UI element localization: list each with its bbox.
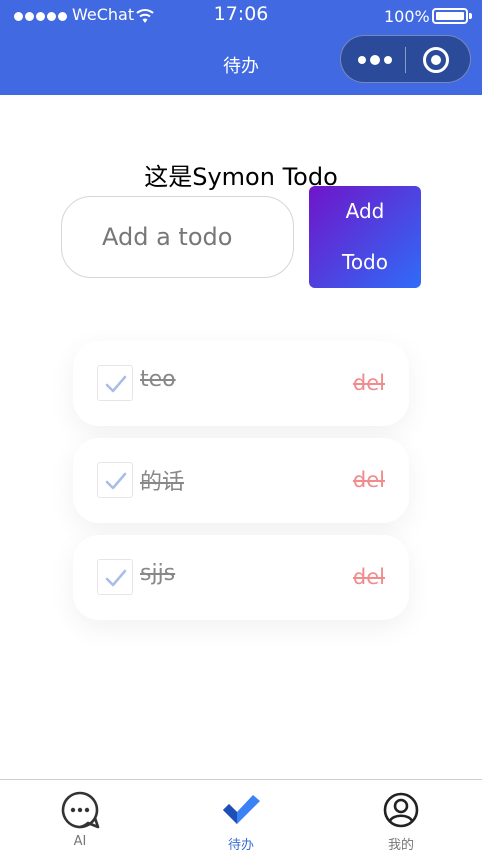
tab-todo[interactable]: 待办: [161, 780, 321, 850]
app-header: WeChat 17:06 100% 待办: [0, 0, 482, 95]
tab-ai[interactable]: AI: [0, 780, 160, 850]
battery-tip: [469, 13, 472, 19]
todo-text: teo: [140, 367, 176, 392]
user-icon: [383, 792, 419, 828]
todo-checkbox[interactable]: [97, 365, 133, 401]
todo-checkbox[interactable]: [97, 462, 133, 498]
battery-level: [436, 12, 464, 20]
delete-button[interactable]: del: [353, 468, 385, 492]
add-button-label-line1: Add: [345, 199, 385, 223]
add-todo-button[interactable]: Add Todo: [309, 186, 421, 288]
bottom-tab-bar: AI 待办 我的: [0, 779, 482, 850]
chat-bubble-icon: [61, 791, 100, 829]
add-button-label-line2: Todo: [342, 250, 388, 274]
battery-icon: [432, 8, 468, 24]
double-check-icon: [223, 795, 260, 824]
delete-button[interactable]: del: [353, 371, 385, 395]
tab-label: 我的: [387, 838, 414, 850]
tab-profile[interactable]: 我的: [321, 780, 481, 850]
todo-text: 的话: [140, 470, 185, 495]
todo-item: teo del: [73, 341, 409, 426]
tab-label: 待办: [227, 838, 254, 850]
capsule-divider: [405, 47, 406, 73]
todo-input[interactable]: [61, 196, 294, 278]
check-icon: [105, 472, 127, 490]
todo-checkbox[interactable]: [97, 559, 133, 595]
check-icon: [105, 375, 127, 393]
close-mini-program-icon[interactable]: [423, 47, 449, 73]
delete-button[interactable]: del: [353, 565, 385, 589]
todo-text: sjjs: [140, 561, 176, 586]
tab-label: AI: [73, 834, 87, 849]
todo-item: 的话 del: [73, 438, 409, 523]
status-bar: WeChat 17:06 100%: [0, 0, 482, 32]
mini-program-capsule: [340, 35, 471, 83]
more-options-icon[interactable]: [355, 50, 395, 70]
todo-item: sjjs del: [73, 535, 409, 620]
todo-list: teo del 的话 del sjjs del: [73, 341, 409, 632]
battery-percentage: 100%: [384, 7, 430, 26]
check-icon: [105, 569, 127, 587]
